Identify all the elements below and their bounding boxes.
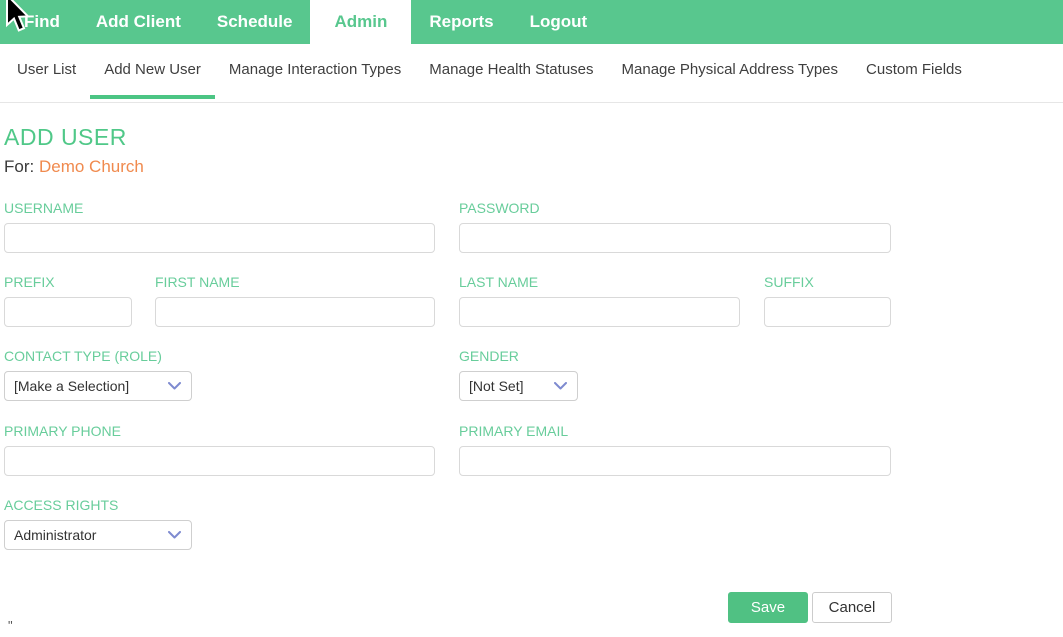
primary-phone-label: PRIMARY PHONE (4, 423, 435, 439)
cancel-button[interactable]: Cancel (812, 592, 892, 623)
nav-item-admin[interactable]: Admin (310, 0, 411, 50)
first-name-label: FIRST NAME (155, 274, 435, 290)
access-rights-select[interactable]: Administrator (4, 520, 192, 550)
last-name-input[interactable] (459, 297, 740, 327)
subnav-item-add-new-user[interactable]: Add New User (90, 44, 215, 99)
subnav-item-manage-physical-address-types[interactable]: Manage Physical Address Types (608, 44, 853, 99)
password-input[interactable] (459, 223, 891, 253)
primary-phone-input[interactable] (4, 446, 435, 476)
subnav-item-custom-fields[interactable]: Custom Fields (852, 44, 976, 99)
primary-email-input[interactable] (459, 446, 891, 476)
suffix-input[interactable] (764, 297, 891, 327)
username-field-group: USERNAME (4, 200, 435, 253)
first-name-field-group: FIRST NAME (155, 274, 435, 327)
subnav-item-manage-interaction-types[interactable]: Manage Interaction Types (215, 44, 415, 99)
for-line: For: Demo Church (4, 157, 144, 177)
nav-item-find[interactable]: Find (6, 0, 78, 44)
for-label: For: (4, 157, 34, 176)
nav-item-add-client[interactable]: Add Client (78, 0, 199, 44)
top-navigation: Find Add Client Schedule Admin Reports L… (0, 0, 1063, 44)
stray-quote-text: " (8, 618, 13, 633)
subnav-item-manage-health-statuses[interactable]: Manage Health Statuses (415, 44, 607, 99)
gender-select[interactable]: [Not Set] (459, 371, 578, 401)
contact-type-select[interactable]: [Make a Selection] (4, 371, 192, 401)
nav-item-reports[interactable]: Reports (411, 0, 511, 44)
admin-sub-navigation: User List Add New User Manage Interactio… (0, 44, 1063, 103)
last-name-field-group: LAST NAME (459, 274, 740, 327)
save-button[interactable]: Save (728, 592, 808, 623)
subnav-item-user-list[interactable]: User List (3, 44, 90, 99)
org-name-link[interactable]: Demo Church (39, 157, 144, 176)
primary-email-field-group: PRIMARY EMAIL (459, 423, 891, 476)
primary-email-label: PRIMARY EMAIL (459, 423, 891, 439)
gender-field-group: GENDER [Not Set] (459, 348, 578, 401)
contact-type-label: CONTACT TYPE (ROLE) (4, 348, 192, 364)
access-rights-field-group: ACCESS RIGHTS Administrator (4, 497, 192, 550)
prefix-input[interactable] (4, 297, 132, 327)
gender-selected-value: [Not Set] (469, 378, 523, 394)
username-input[interactable] (4, 223, 435, 253)
contact-type-field-group: CONTACT TYPE (ROLE) [Make a Selection] (4, 348, 192, 401)
password-field-group: PASSWORD (459, 200, 891, 253)
chevron-down-icon (554, 382, 567, 390)
contact-type-selected-value: [Make a Selection] (14, 378, 129, 394)
chevron-down-icon (168, 382, 181, 390)
first-name-input[interactable] (155, 297, 435, 327)
page-title: ADD USER (4, 124, 127, 151)
chevron-down-icon (168, 531, 181, 539)
suffix-label: SUFFIX (764, 274, 891, 290)
access-rights-selected-value: Administrator (14, 527, 96, 543)
password-label: PASSWORD (459, 200, 891, 216)
gender-label: GENDER (459, 348, 578, 364)
access-rights-label: ACCESS RIGHTS (4, 497, 192, 513)
primary-phone-field-group: PRIMARY PHONE (4, 423, 435, 476)
suffix-field-group: SUFFIX (764, 274, 891, 327)
page: Find Add Client Schedule Admin Reports L… (0, 0, 1063, 637)
nav-item-schedule[interactable]: Schedule (199, 0, 311, 44)
last-name-label: LAST NAME (459, 274, 740, 290)
nav-item-logout[interactable]: Logout (512, 0, 606, 44)
prefix-field-group: PREFIX (4, 274, 132, 327)
prefix-label: PREFIX (4, 274, 132, 290)
username-label: USERNAME (4, 200, 435, 216)
